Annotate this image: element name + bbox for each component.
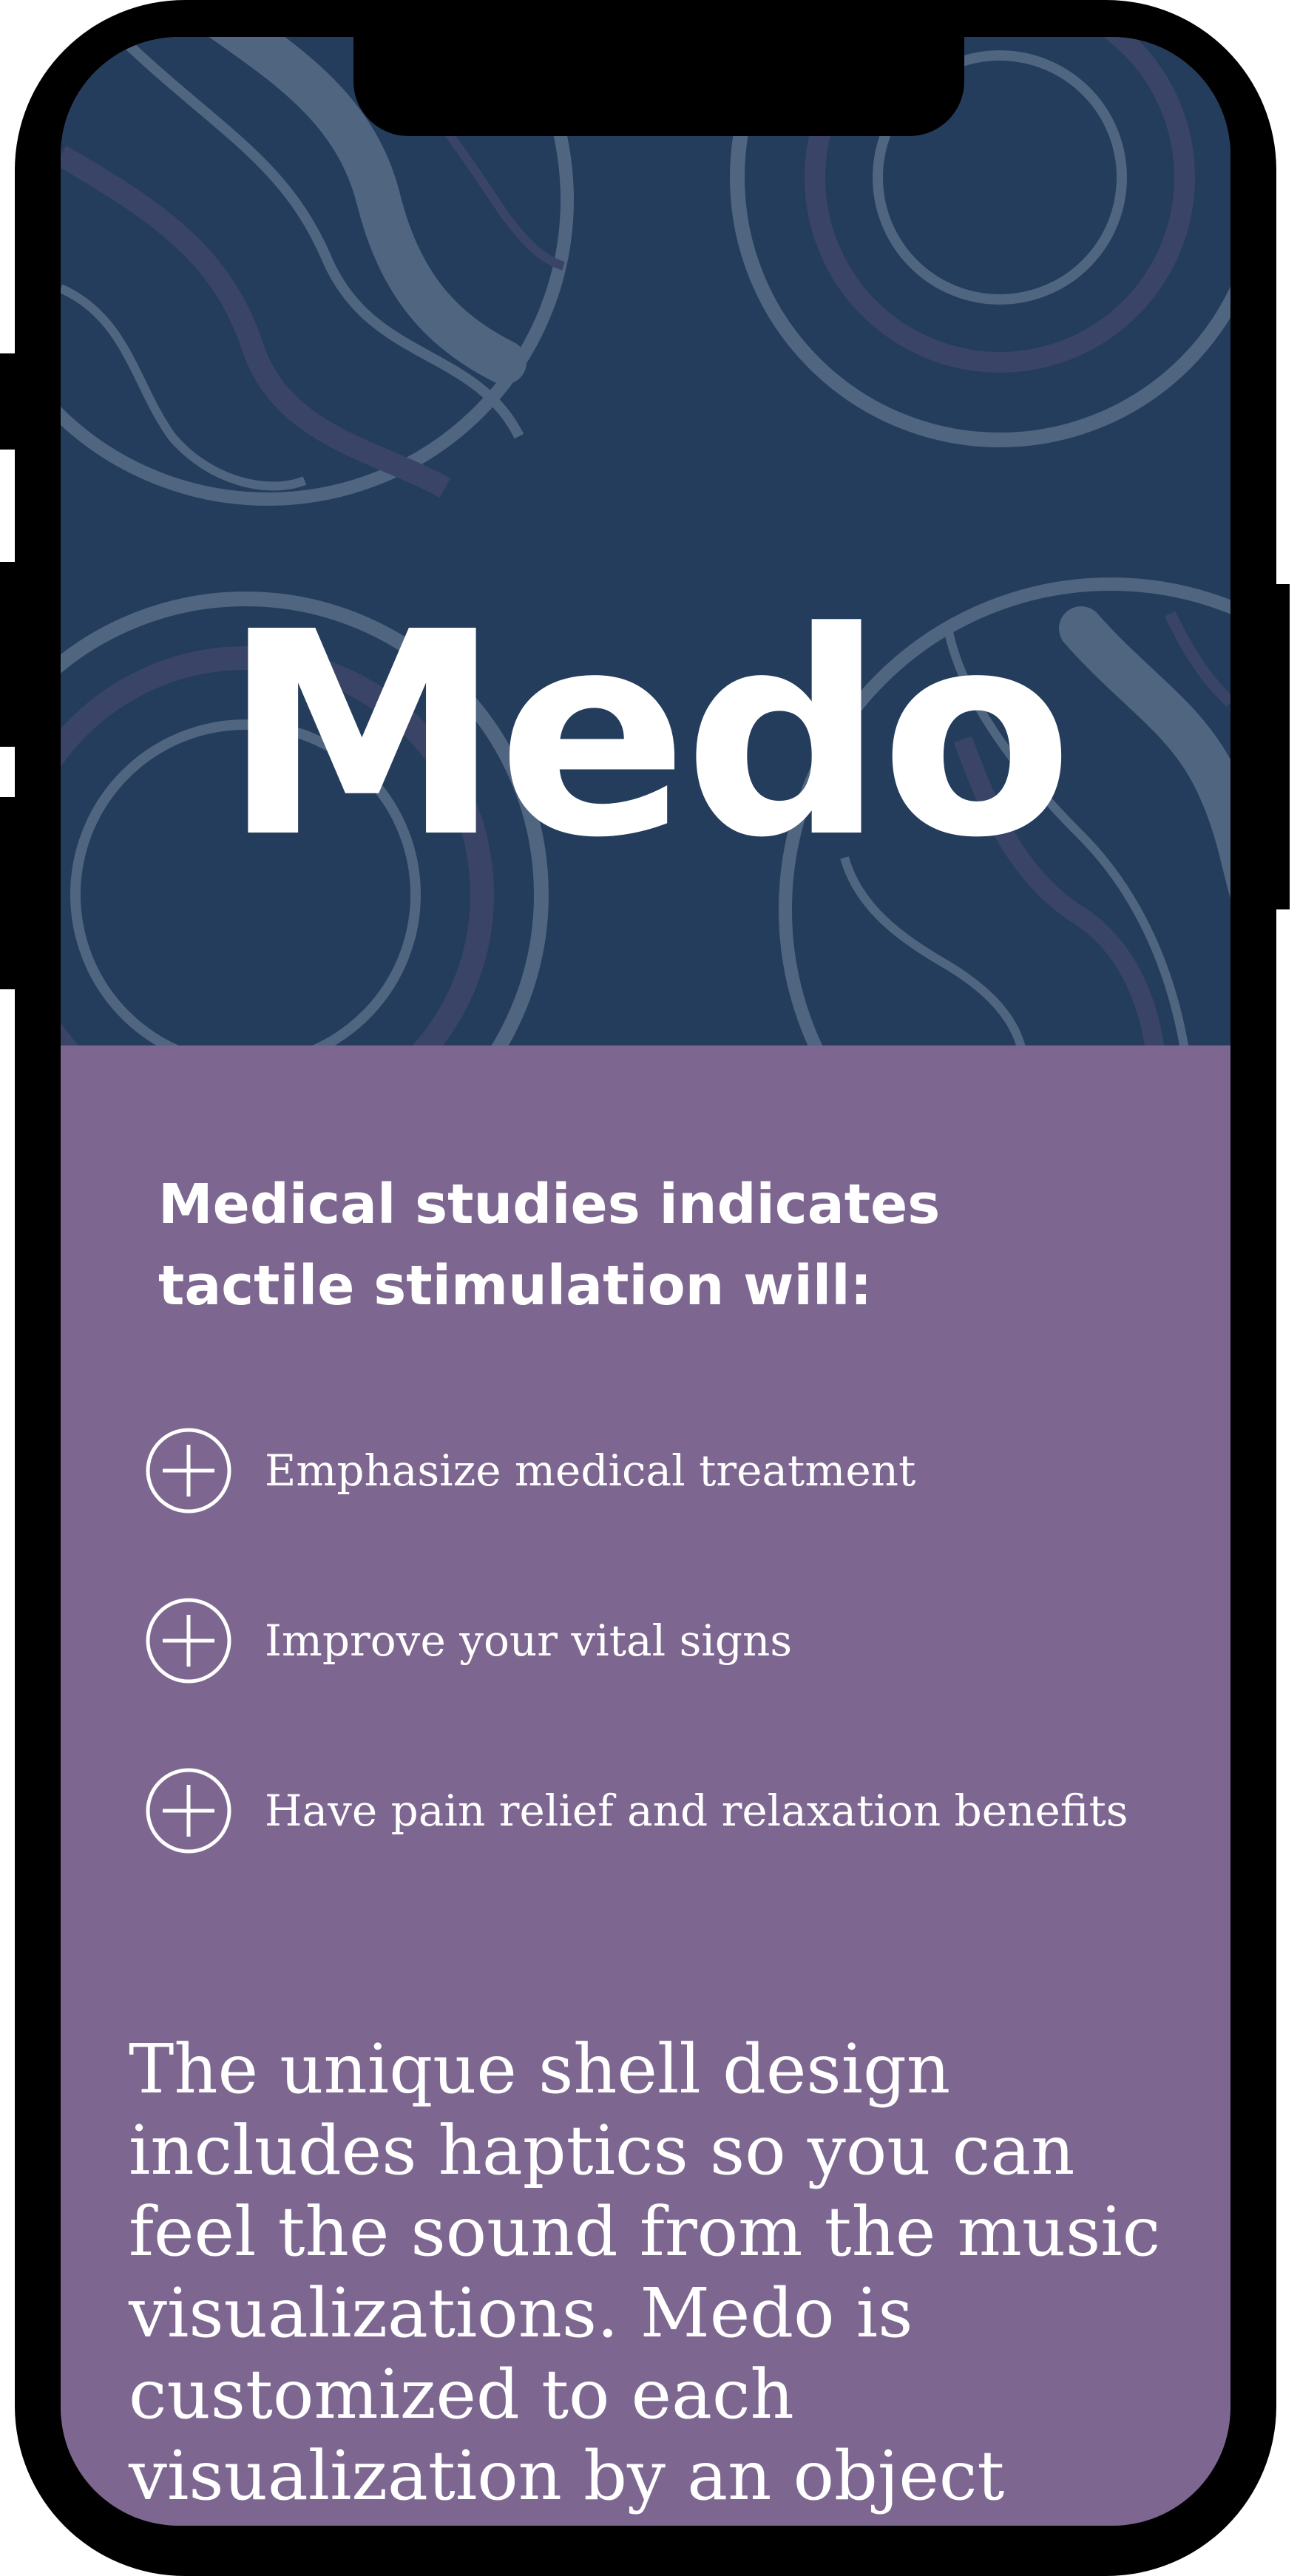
list-item: Emphasize medical treatment — [145, 1423, 1225, 1519]
benefits-list: Emphasize medical treatment Improve your… — [145, 1423, 1225, 1933]
hero-banner: Medo — [61, 37, 1230, 1045]
plus-circle-icon — [146, 1428, 231, 1514]
plus-circle-icon — [146, 1598, 231, 1684]
phone-notch — [353, 37, 964, 136]
intro-heading: Medical studies indicates tactile stimul… — [158, 1173, 941, 1318]
list-item: Improve your vital signs — [145, 1593, 1225, 1689]
description-text: The unique shell design includes haptics… — [129, 2030, 1161, 2526]
app-title: Medo — [222, 571, 1074, 899]
info-section: Medical studies indicates tactile stimul… — [61, 1045, 1230, 2526]
list-item: Have pain relief and relaxation benefits — [145, 1763, 1225, 1859]
benefit-label: Have pain relief and relaxation benefits — [265, 1786, 1128, 1836]
benefit-label: Improve your vital signs — [265, 1616, 793, 1666]
benefit-label: Emphasize medical treatment — [265, 1445, 916, 1496]
phone-screen: Medo Medical studies indicates tactile s… — [61, 37, 1230, 2526]
plus-circle-icon — [146, 1768, 231, 1854]
phone-frame: Medo Medical studies indicates tactile s… — [15, 0, 1276, 2576]
